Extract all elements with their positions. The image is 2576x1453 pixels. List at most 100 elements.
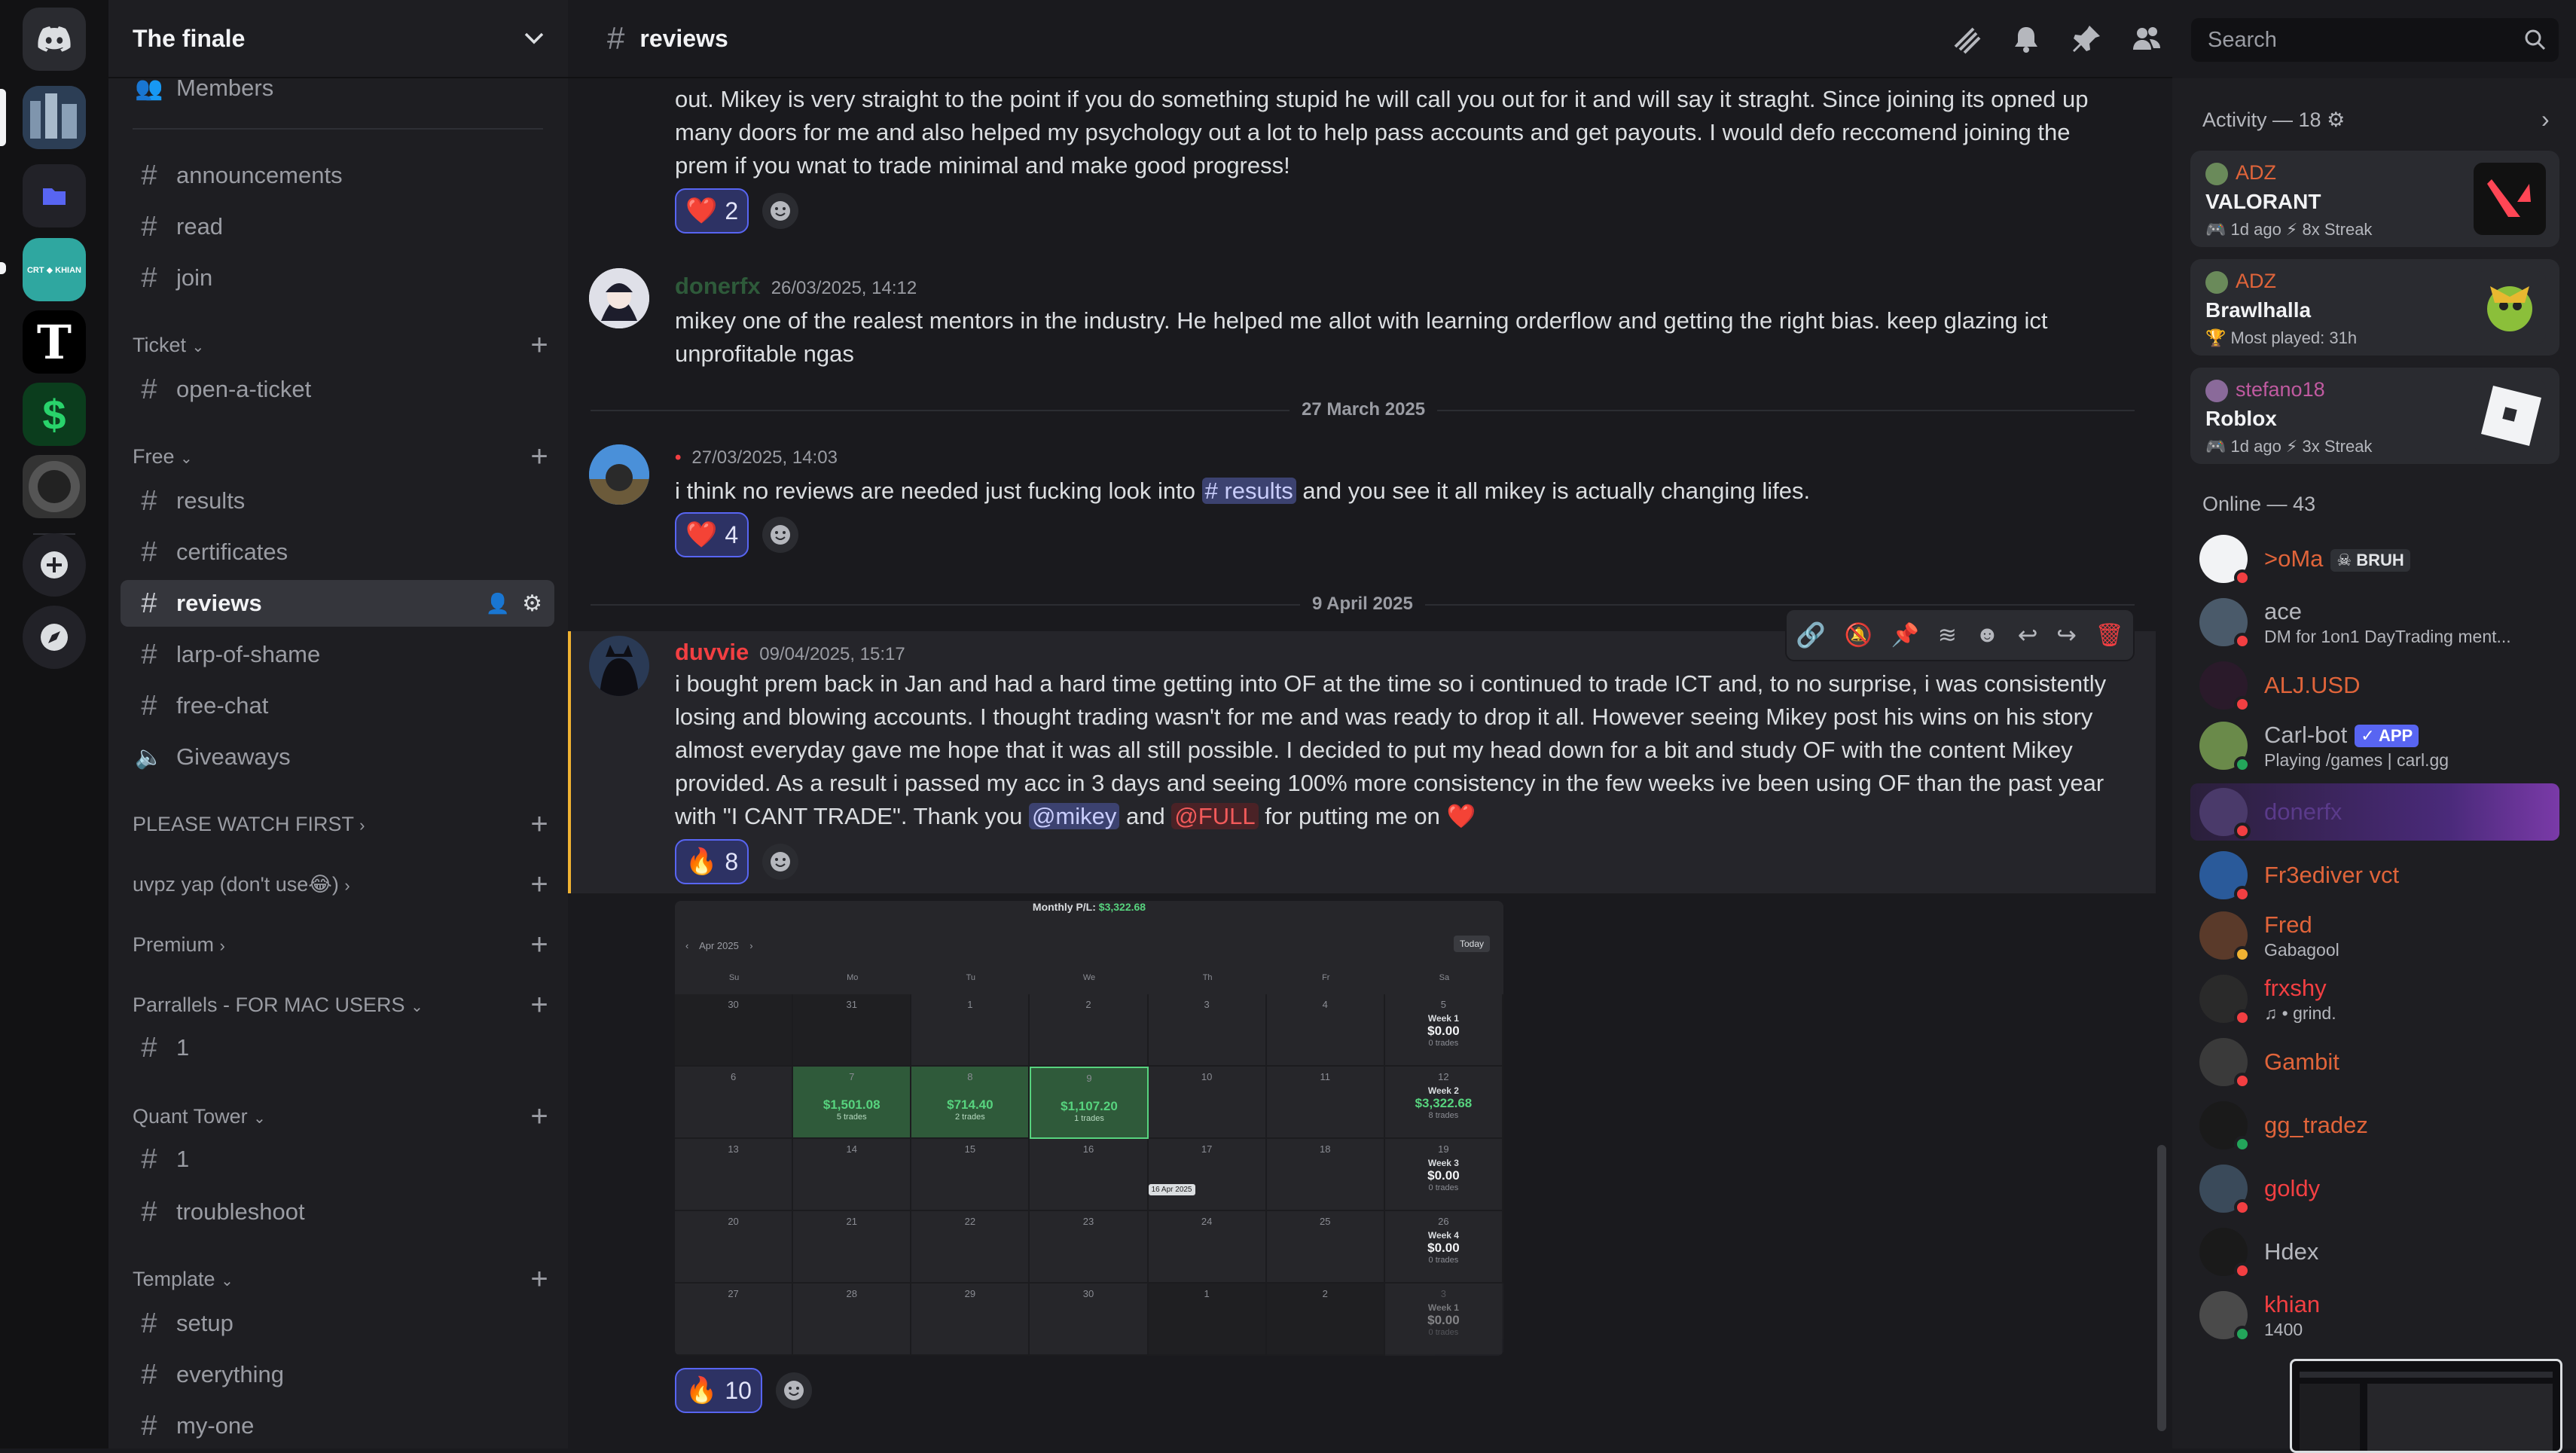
author-name[interactable]: donerfx xyxy=(675,273,761,299)
member-item[interactable]: Hdex xyxy=(2190,1223,2559,1281)
status-indicator xyxy=(2234,946,2251,963)
discord-home-icon[interactable] xyxy=(23,8,86,71)
add-reaction-icon[interactable] xyxy=(762,193,798,229)
gear-icon[interactable]: ⚙ xyxy=(2327,108,2345,131)
server-icon-t[interactable]: T xyxy=(23,310,86,374)
forward-icon[interactable]: ↪ xyxy=(2056,621,2077,649)
channel-read[interactable]: # read xyxy=(121,203,554,250)
add-channel-icon[interactable]: + xyxy=(524,440,554,474)
category-uvpz-yap[interactable]: uvpz yap (don't use😂) › + xyxy=(133,868,554,901)
pin-icon[interactable]: 📌 xyxy=(1891,622,1919,649)
day-trades: 2 trades xyxy=(954,1113,985,1122)
add-server-icon[interactable] xyxy=(23,533,86,597)
server-icon-finale[interactable] xyxy=(23,86,86,149)
author-name[interactable]: duvvie xyxy=(675,639,749,665)
member-item[interactable]: ALJ.USD xyxy=(2190,657,2559,714)
discover-icon[interactable] xyxy=(23,606,86,669)
thread-icon[interactable]: ≋ xyxy=(1938,622,1957,649)
avatar[interactable] xyxy=(589,636,649,696)
channel-larp-of-shame[interactable]: # larp-of-shame xyxy=(121,631,554,678)
add-channel-icon[interactable]: + xyxy=(524,868,554,902)
category-parrallels[interactable]: Parrallels - FOR MAC USERS ⌄ + xyxy=(133,988,554,1021)
chevron-right-icon[interactable]: › xyxy=(2541,105,2550,133)
channel-announcements[interactable]: # announcements xyxy=(121,152,554,199)
channel-1-quant[interactable]: #1 xyxy=(121,1136,554,1183)
pin-icon[interactable] xyxy=(2071,24,2101,54)
category-quant-tower[interactable]: Quant Tower ⌄ + xyxy=(133,1100,554,1133)
add-member-icon[interactable]: 👤 xyxy=(486,592,510,615)
add-channel-icon[interactable]: + xyxy=(524,1100,554,1134)
member-item[interactable]: >oMa ☠ BRUH xyxy=(2190,530,2559,588)
channel-free-chat[interactable]: # free-chat xyxy=(121,682,554,729)
role-mention[interactable]: @FULL xyxy=(1171,803,1259,829)
avatar xyxy=(2199,788,2251,839)
channel-troubleshoot[interactable]: # troubleshoot xyxy=(121,1189,554,1235)
member-item[interactable]: ace DM for 1on1 DayTrading ment... xyxy=(2190,594,2559,651)
channel-setup[interactable]: # setup xyxy=(121,1300,554,1347)
add-reaction-icon[interactable] xyxy=(762,517,798,553)
add-channel-icon[interactable]: + xyxy=(524,928,554,962)
link-icon[interactable]: 🔗 xyxy=(1796,621,1826,649)
member-item[interactable]: Gambit xyxy=(2190,1033,2559,1091)
activity-card[interactable]: ADZ Brawlhalla 🏆 Most played: 31h xyxy=(2190,259,2559,356)
category-ticket[interactable]: Ticket ⌄ + xyxy=(133,328,554,362)
channel-open-a-ticket[interactable]: # open-a-ticket xyxy=(121,366,554,413)
server-icon-dollar[interactable]: $ xyxy=(23,383,86,446)
channel-1-parrallels[interactable]: #1 xyxy=(121,1024,554,1071)
members-list-icon[interactable] xyxy=(2132,24,2162,54)
channel-giveaways[interactable]: 🔈 Giveaways xyxy=(121,734,554,780)
folder-icon[interactable] xyxy=(23,164,86,227)
channel-reviews[interactable]: # reviews 👤 ⚙ xyxy=(121,580,554,627)
channel-certificates[interactable]: # certificates xyxy=(121,529,554,575)
gear-icon[interactable]: ⚙ xyxy=(522,591,542,617)
add-channel-icon[interactable]: + xyxy=(524,328,554,362)
add-channel-icon[interactable]: + xyxy=(524,807,554,841)
channel-join[interactable]: # join xyxy=(121,255,554,301)
activity-card[interactable]: ADZ VALORANT 🎮 1d ago ⚡ 8x Streak xyxy=(2190,151,2559,247)
category-premium[interactable]: Premium › + xyxy=(133,928,554,961)
hash-thread-icon: # xyxy=(141,1143,157,1175)
add-reaction-icon[interactable] xyxy=(762,844,798,880)
reply-icon[interactable]: ↩ xyxy=(2018,621,2038,649)
channel-mention[interactable]: # results xyxy=(1201,478,1296,504)
chat-scrollbar[interactable] xyxy=(2157,1145,2166,1431)
trash-icon[interactable]: 🗑 xyxy=(2095,622,2124,649)
channel-everything[interactable]: # everything xyxy=(121,1351,554,1398)
author-name[interactable]: • xyxy=(675,447,681,468)
member-item[interactable]: Fr3ediver vct xyxy=(2190,847,2559,904)
reaction-fire[interactable]: 🔥 10 xyxy=(675,1368,762,1413)
member-item[interactable]: Carl-bot ✓ APP Playing /games | carl.gg xyxy=(2190,717,2559,774)
category-free[interactable]: Free ⌄ + xyxy=(133,440,554,473)
user-mention[interactable]: @mikey xyxy=(1028,803,1120,829)
add-channel-icon[interactable]: + xyxy=(524,988,554,1022)
members-link[interactable]: 👥 Members xyxy=(121,65,554,111)
category-please-watch-first[interactable]: PLEASE WATCH FIRST › + xyxy=(133,807,554,841)
member-item[interactable]: donerfx xyxy=(2190,783,2559,841)
member-item[interactable]: goldy xyxy=(2190,1160,2559,1217)
avatar[interactable] xyxy=(589,444,649,505)
category-template[interactable]: Template ⌄ + xyxy=(133,1262,554,1296)
avatar[interactable] xyxy=(589,268,649,328)
member-item[interactable]: gg_tradez xyxy=(2190,1097,2559,1154)
channel-my-one[interactable]: # my-one xyxy=(121,1403,554,1449)
channel-results[interactable]: # results xyxy=(121,478,554,524)
emoji-icon[interactable]: ☻ xyxy=(1976,622,2000,648)
member-item[interactable]: khian 1400 xyxy=(2190,1287,2559,1344)
bell-icon[interactable] xyxy=(2011,24,2041,54)
reaction-heart[interactable]: ❤️ 4 xyxy=(675,512,749,557)
add-channel-icon[interactable]: + xyxy=(524,1262,554,1296)
server-icon-logo[interactable] xyxy=(23,455,86,518)
reaction-heart[interactable]: ❤️ 2 xyxy=(675,188,749,234)
member-item[interactable]: Fred Gabagool xyxy=(2190,907,2559,964)
screen-preview[interactable] xyxy=(2290,1359,2562,1453)
reaction-fire[interactable]: 🔥 8 xyxy=(675,839,749,884)
add-reaction-icon[interactable] xyxy=(776,1372,812,1409)
search-input[interactable]: Search xyxy=(2191,18,2559,62)
threads-icon[interactable] xyxy=(1951,24,1981,54)
attachment-image[interactable]: Monthly P/L: $3,322.68 ‹ Apr 2025 › Toda… xyxy=(675,901,1503,1356)
server-icon-crt-khian[interactable]: CRT ◆ KHIAN xyxy=(23,238,86,301)
activity-card[interactable]: stefano18 Roblox 🎮 1d ago ⚡ 3x Streak xyxy=(2190,368,2559,464)
mute-icon[interactable]: 🔕 xyxy=(1845,622,1872,649)
gamepad-icon: 🎮 xyxy=(2205,220,2227,239)
member-item[interactable]: frxshy ♫ • grind. xyxy=(2190,970,2559,1027)
